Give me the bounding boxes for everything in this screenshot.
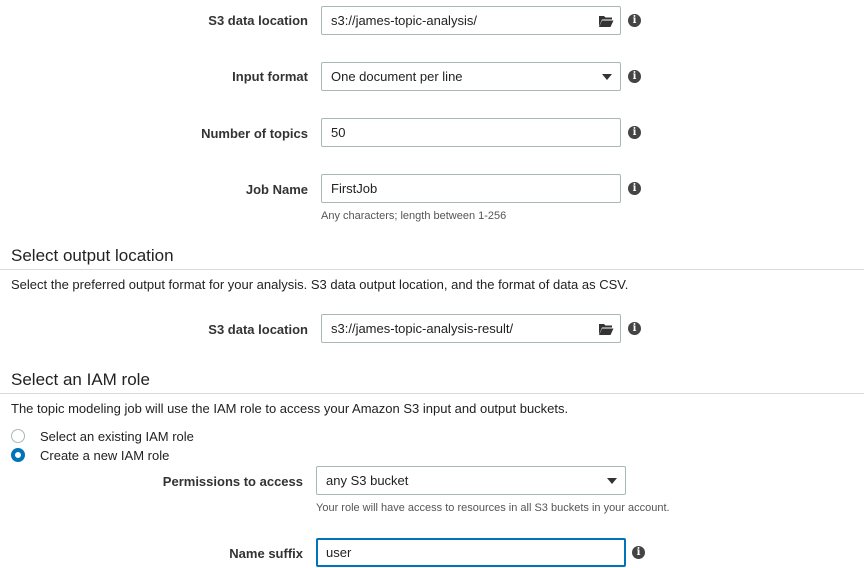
input-s3-location-field[interactable]: s3://james-topic-analysis/	[321, 6, 621, 35]
info-icon[interactable]: i	[628, 14, 641, 27]
job-name-label: Job Name	[245, 182, 308, 197]
name-suffix-label: Name suffix	[229, 546, 303, 561]
info-icon[interactable]: i	[628, 322, 641, 335]
radio-existing-role[interactable]	[11, 429, 25, 443]
job-name-input[interactable]	[321, 174, 621, 203]
folder-open-icon[interactable]	[598, 14, 614, 28]
radio-existing-role-label[interactable]: Select an existing IAM role	[40, 429, 194, 444]
chevron-down-icon	[602, 74, 612, 80]
output-s3-location-label: S3 data location	[208, 322, 308, 337]
output-description: Select the preferred output format for y…	[11, 277, 629, 292]
name-suffix-input[interactable]	[316, 538, 626, 567]
permissions-hint: Your role will have access to resources …	[316, 502, 670, 514]
num-topics-label: Number of topics	[201, 126, 308, 141]
permissions-select[interactable]: any S3 bucket	[316, 466, 626, 495]
folder-open-icon[interactable]	[598, 322, 614, 336]
output-s3-location-value: s3://james-topic-analysis-result/	[331, 321, 514, 336]
output-divider	[0, 269, 864, 270]
info-icon[interactable]: i	[628, 126, 641, 139]
iam-description: The topic modeling job will use the IAM …	[11, 401, 569, 416]
permissions-label: Permissions to access	[162, 474, 303, 489]
output-s3-location-field[interactable]: s3://james-topic-analysis-result/	[321, 314, 621, 343]
radio-new-role[interactable]	[11, 448, 25, 462]
input-s3-location-value: s3://james-topic-analysis/	[331, 13, 477, 28]
num-topics-input[interactable]	[321, 118, 621, 147]
input-format-value: One document per line	[331, 69, 463, 84]
input-s3-location-label: S3 data location	[208, 13, 308, 28]
permissions-value: any S3 bucket	[326, 473, 409, 488]
iam-section-title: Select an IAM role	[11, 370, 150, 389]
input-format-select[interactable]: One document per line	[321, 62, 621, 91]
job-name-hint: Any characters; length between 1-256	[321, 210, 507, 222]
info-icon[interactable]: i	[628, 182, 641, 195]
input-format-label: Input format	[232, 69, 308, 84]
output-section-title: Select output location	[11, 246, 174, 265]
chevron-down-icon	[607, 478, 617, 484]
radio-new-role-label[interactable]: Create a new IAM role	[40, 448, 169, 463]
info-icon[interactable]: i	[632, 546, 645, 559]
iam-divider	[0, 393, 864, 394]
info-icon[interactable]: i	[628, 70, 641, 83]
